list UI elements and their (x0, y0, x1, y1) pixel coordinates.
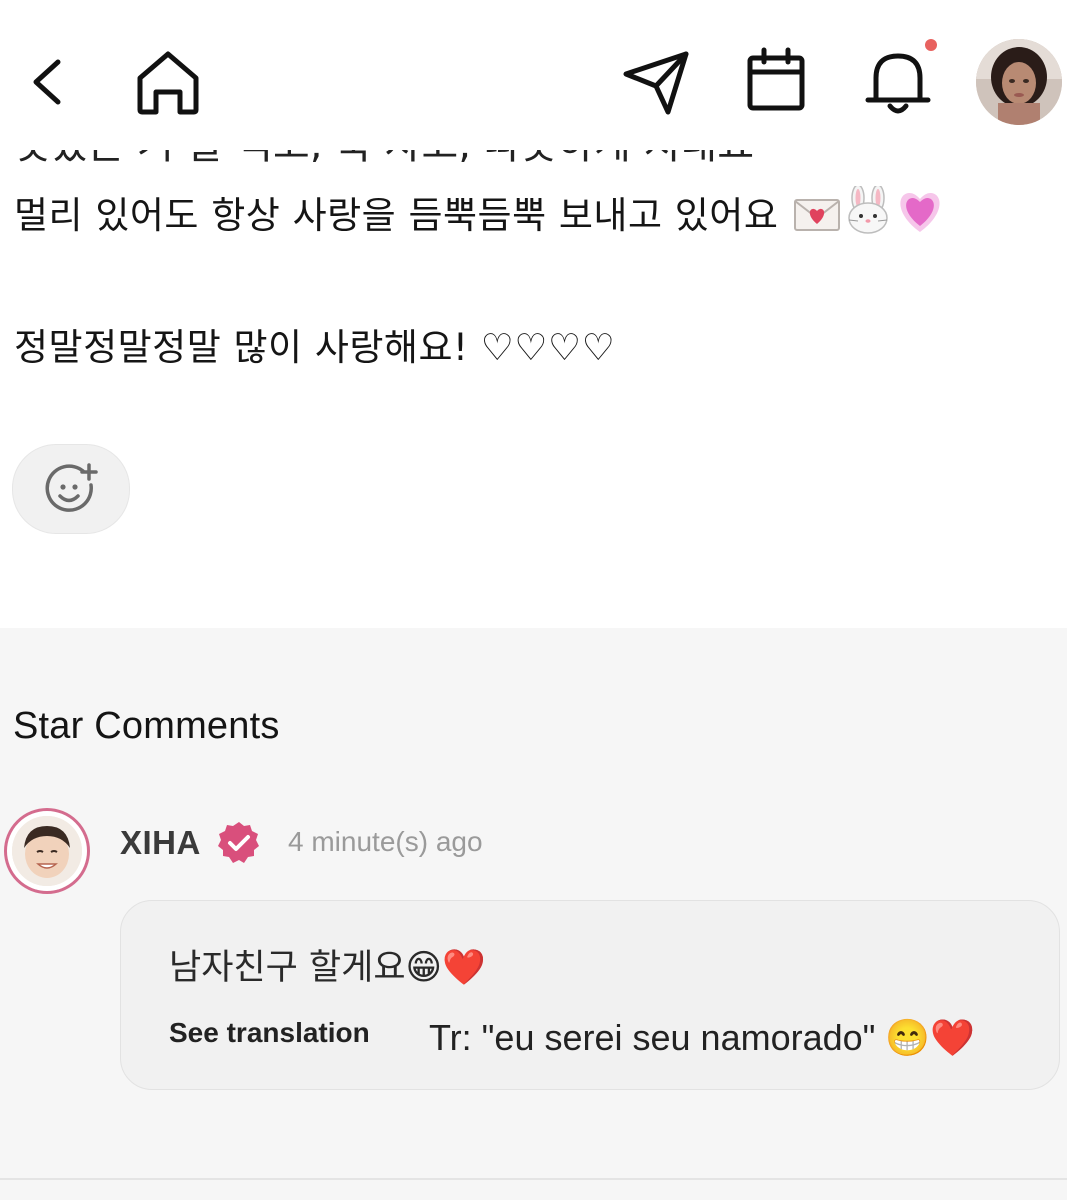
back-icon[interactable] (22, 50, 82, 114)
post-line-1-text: 멀리 있어도 항상 사랑을 듬뿍듬뿍 보내고 있어요 (14, 194, 779, 237)
comment-author-name[interactable]: XIHA (120, 824, 201, 862)
post-line-1: 멀리 있어도 항상 사랑을 듬뿍듬뿍 보내고 있어요 (14, 184, 945, 246)
divider (0, 1178, 1067, 1180)
home-icon[interactable] (128, 46, 208, 118)
comment-bubble: 남자친구 할게요😁❤️ See translation Tr: "eu sere… (120, 900, 1060, 1090)
comment-timestamp: 4 minute(s) ago (288, 826, 483, 857)
love-letter-icon (793, 196, 841, 246)
star-comments-section: Star Comments XIHA 4 minute(s) ago 남자친구 … (0, 628, 1067, 1200)
notification-dot (925, 39, 937, 51)
calendar-icon[interactable] (740, 44, 812, 116)
comment-text: 남자친구 할게요😁❤️ (169, 948, 486, 988)
add-emoji-icon (45, 463, 98, 512)
bell-icon[interactable] (858, 42, 938, 120)
see-translation-link[interactable]: See translation (169, 1017, 370, 1049)
section-title: Star Comments (13, 705, 280, 747)
author-photo (12, 816, 82, 886)
verified-badge-icon (218, 822, 259, 863)
growing-heart-icon (895, 188, 945, 246)
comment-author-avatar[interactable] (4, 808, 90, 894)
post-line-2: 정말정말정말 많이 사랑해요! ♡♡♡♡ (14, 326, 616, 369)
translation-text: Tr: "eu serei seu namorado" 😁❤️ (429, 1017, 976, 1058)
top-bar (0, 0, 1067, 150)
send-icon[interactable] (618, 44, 696, 120)
profile-avatar[interactable] (976, 39, 1062, 125)
add-reaction-button[interactable] (12, 444, 130, 534)
profile-photo (976, 39, 1062, 125)
rabbit-icon (843, 184, 893, 246)
